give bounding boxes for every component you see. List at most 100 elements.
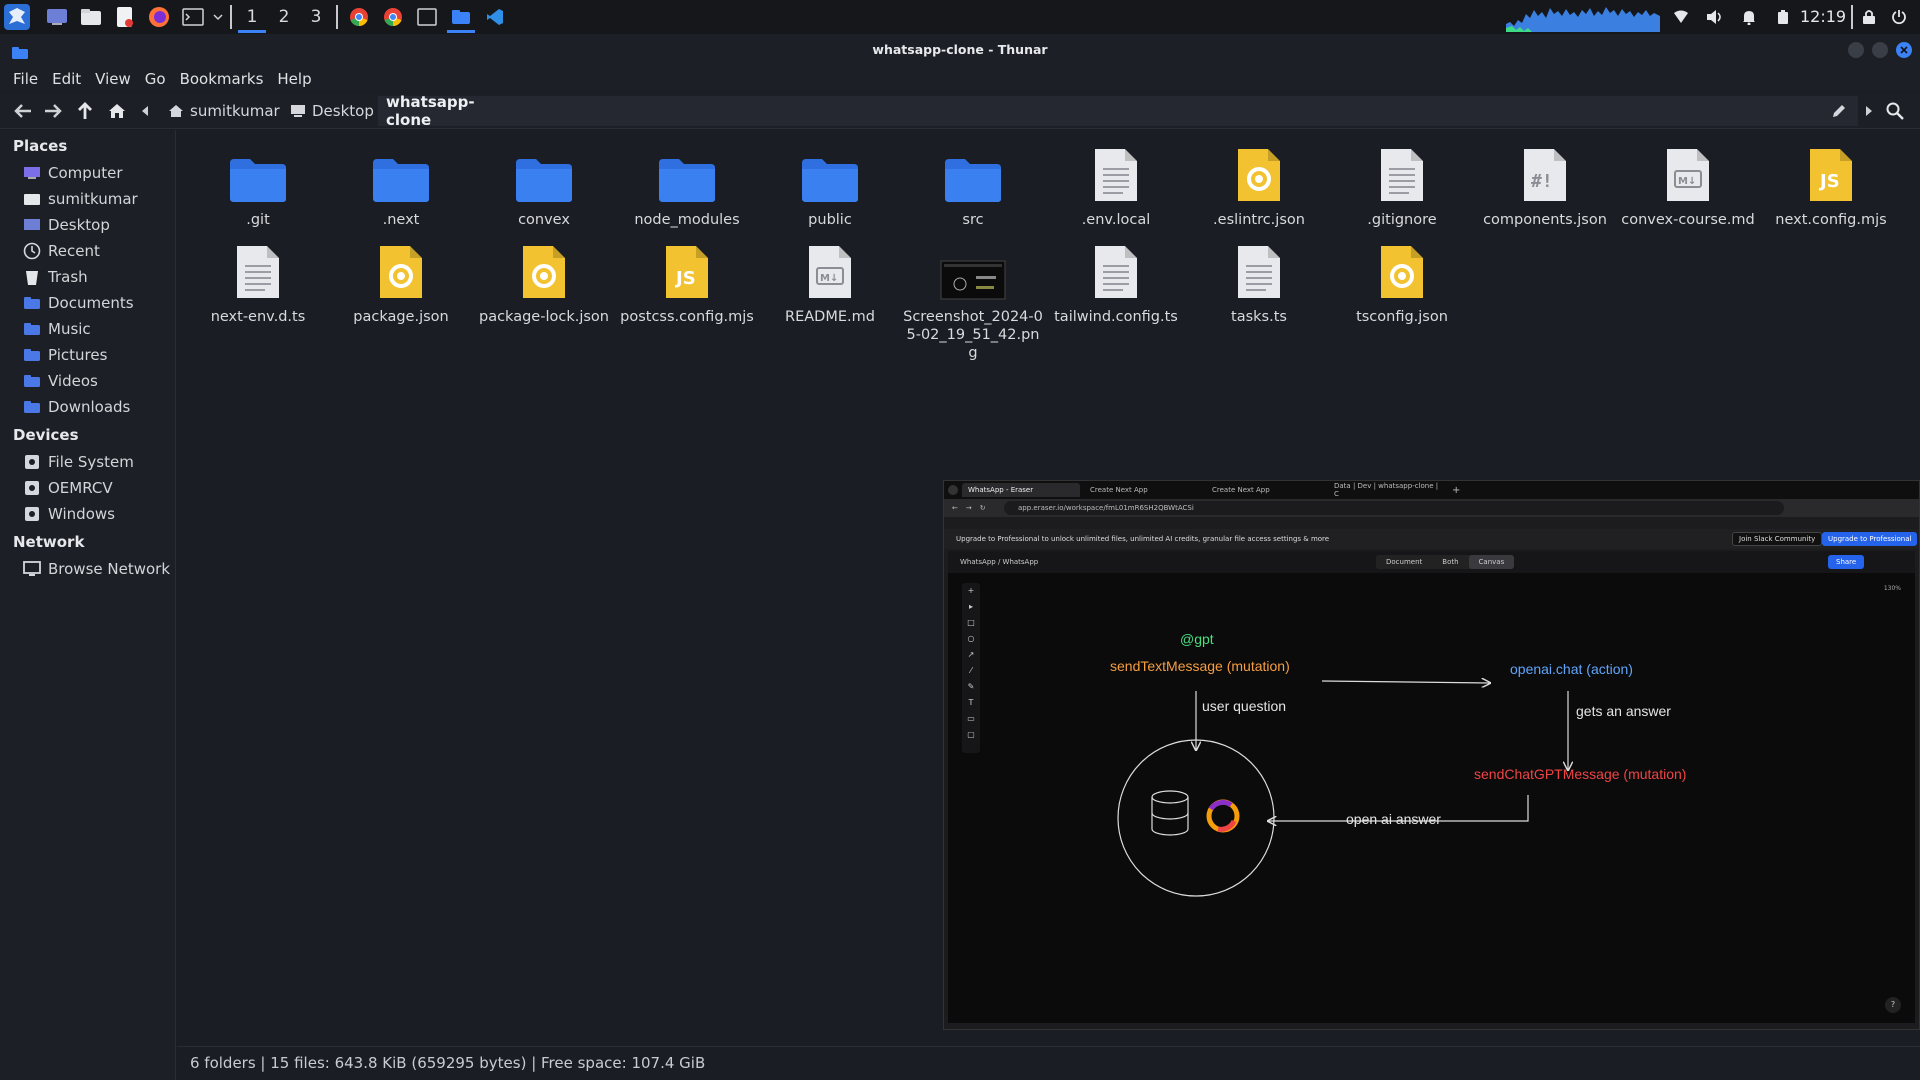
- diagram-openai-node[interactable]: openai.chat (action): [1510, 661, 1633, 677]
- back-button[interactable]: [10, 99, 36, 123]
- file-item[interactable]: .eslintrc.json: [1189, 141, 1329, 229]
- firefox-icon[interactable]: [142, 0, 176, 34]
- sidebar-item-pictures[interactable]: Pictures: [22, 344, 107, 366]
- breadcrumb-whatsapp-clone[interactable]: whatsapp-clone: [378, 93, 502, 129]
- up-button[interactable]: [72, 99, 98, 123]
- power-icon[interactable]: [1886, 0, 1912, 34]
- browser-tab[interactable]: Create Next App: [1206, 483, 1324, 497]
- diagram-send-text-node[interactable]: sendTextMessage (mutation): [1110, 658, 1290, 674]
- sidebar-item-file-system[interactable]: File System: [22, 451, 134, 473]
- file-manager-icon[interactable]: [74, 0, 108, 34]
- window-titlebar[interactable]: whatsapp-clone - Thunar: [0, 34, 1920, 66]
- browser-tab[interactable]: WhatsApp - Eraser: [962, 483, 1080, 497]
- edit-path-button[interactable]: [1826, 99, 1852, 123]
- folder-item[interactable]: node_modules: [617, 141, 757, 229]
- folder-item[interactable]: convex: [474, 141, 614, 229]
- file-item[interactable]: #! components.json: [1475, 141, 1615, 229]
- notification-icon[interactable]: [1736, 0, 1762, 34]
- path-scroll-left-button[interactable]: [136, 99, 154, 123]
- view-canvas[interactable]: Canvas: [1468, 555, 1515, 569]
- new-tab-icon[interactable]: +: [1452, 485, 1460, 496]
- sidebar-item-computer[interactable]: Computer: [22, 162, 123, 184]
- clock[interactable]: 12:19: [1800, 0, 1846, 34]
- desktop-icon[interactable]: [40, 0, 74, 34]
- path-scroll-right-button[interactable]: [1860, 99, 1878, 123]
- sidebar-item-videos[interactable]: Videos: [22, 370, 98, 392]
- file-item[interactable]: package-lock.json: [474, 238, 614, 326]
- chevron-down-icon[interactable]: [210, 0, 226, 34]
- upgrade-button[interactable]: Upgrade to Professional: [1822, 532, 1918, 546]
- breadcrumb-desktop[interactable]: Desktop: [282, 96, 382, 126]
- file-item[interactable]: .env.local: [1046, 141, 1186, 229]
- menu-view[interactable]: View: [95, 70, 131, 88]
- breadcrumb-sumitkumar[interactable]: sumitkumar: [160, 96, 288, 126]
- sidebar-item-trash[interactable]: Trash: [22, 266, 88, 288]
- terminal-icon[interactable]: [176, 0, 210, 34]
- launcher-icon[interactable]: [2, 0, 32, 34]
- view-document[interactable]: Document: [1376, 555, 1432, 569]
- workspace-1[interactable]: 1: [236, 0, 268, 34]
- close-button[interactable]: [1896, 42, 1912, 58]
- back-icon[interactable]: ←: [952, 504, 958, 512]
- menu-go[interactable]: Go: [145, 70, 166, 88]
- file-item[interactable]: package.json: [331, 238, 471, 326]
- terminal-icon[interactable]: [410, 0, 444, 34]
- vscode-icon[interactable]: [478, 0, 512, 34]
- folder-item[interactable]: src: [903, 141, 1043, 229]
- file-item[interactable]: M↓ convex-course.md: [1618, 141, 1758, 229]
- view-both[interactable]: Both: [1432, 555, 1468, 569]
- file-item[interactable]: tasks.ts: [1189, 238, 1329, 326]
- home-button[interactable]: [104, 99, 130, 123]
- forward-icon[interactable]: →: [966, 504, 972, 512]
- minimize-button[interactable]: [1848, 42, 1864, 58]
- sidebar-item-oemrcv[interactable]: OEMRCV: [22, 477, 113, 499]
- join-slack-button[interactable]: Join Slack Community: [1732, 532, 1823, 546]
- sidebar-item-sumitkumar[interactable]: sumitkumar: [22, 188, 138, 210]
- diagram-canvas[interactable]: + ▸ □ ○ ↗ ⁄ ✎ T ▭ ▢ 130% ? @gpt sendTextMessage (…: [948, 573, 1915, 1023]
- menu-bookmarks[interactable]: Bookmarks: [180, 70, 264, 88]
- menu-edit[interactable]: Edit: [52, 70, 81, 88]
- file-item[interactable]: .gitignore: [1332, 141, 1472, 229]
- maximize-button[interactable]: [1872, 42, 1888, 58]
- file-item[interactable]: JS next.config.mjs: [1761, 141, 1901, 229]
- sidebar-item-browse-network[interactable]: Browse Network: [22, 558, 170, 580]
- url-input[interactable]: app.eraser.io/workspace/fmL01mR6SH2QBWtA…: [1004, 501, 1784, 515]
- folder-item[interactable]: .next: [331, 141, 471, 229]
- chrome-icon[interactable]: [342, 0, 376, 34]
- file-item[interactable]: Screenshot_2024-05-02_19_51_42.png: [903, 238, 1043, 362]
- menu-file[interactable]: File: [13, 70, 38, 88]
- folder-item[interactable]: public: [760, 141, 900, 229]
- thunar-icon[interactable]: [444, 0, 478, 34]
- tab-search-icon[interactable]: [948, 485, 958, 495]
- file-item[interactable]: next-env.d.ts: [188, 238, 328, 326]
- sidebar-item-music[interactable]: Music: [22, 318, 91, 340]
- forward-button[interactable]: [40, 99, 66, 123]
- sidebar-item-desktop[interactable]: Desktop: [22, 214, 110, 236]
- network-icon[interactable]: [1668, 0, 1694, 34]
- sidebar-item-downloads[interactable]: Downloads: [22, 396, 130, 418]
- search-button[interactable]: [1882, 99, 1908, 123]
- share-button[interactable]: Share: [1828, 555, 1865, 569]
- diagram-send-chatgpt-node[interactable]: sendChatGPTMessage (mutation): [1474, 766, 1686, 782]
- eraser-breadcrumb[interactable]: WhatsApp / WhatsApp: [960, 551, 1038, 573]
- sidebar-item-documents[interactable]: Documents: [22, 292, 134, 314]
- browser-tab[interactable]: Data | Dev | whatsapp-clone | C: [1328, 482, 1446, 498]
- browser-tab[interactable]: Create Next App: [1084, 483, 1202, 497]
- folder-item[interactable]: .git: [188, 141, 328, 229]
- volume-icon[interactable]: [1702, 0, 1728, 34]
- path-bar[interactable]: [502, 96, 1858, 126]
- sidebar-item-windows[interactable]: Windows: [22, 503, 115, 525]
- file-item[interactable]: tailwind.config.ts: [1046, 238, 1186, 326]
- lock-icon[interactable]: [1856, 0, 1882, 34]
- file-item[interactable]: M↓ README.md: [760, 238, 900, 326]
- menu-help[interactable]: Help: [277, 70, 311, 88]
- file-item[interactable]: JS postcss.config.mjs: [617, 238, 757, 326]
- workspace-2[interactable]: 2: [268, 0, 300, 34]
- sidebar-item-recent[interactable]: Recent: [22, 240, 100, 262]
- file-item[interactable]: tsconfig.json: [1332, 238, 1472, 326]
- text-editor-icon[interactable]: [108, 0, 142, 34]
- browser-window[interactable]: WhatsApp - Eraser Create Next App Create…: [943, 480, 1920, 1030]
- reload-icon[interactable]: ↻: [980, 504, 986, 512]
- chrome-icon[interactable]: [376, 0, 410, 34]
- workspace-3[interactable]: 3: [300, 0, 332, 34]
